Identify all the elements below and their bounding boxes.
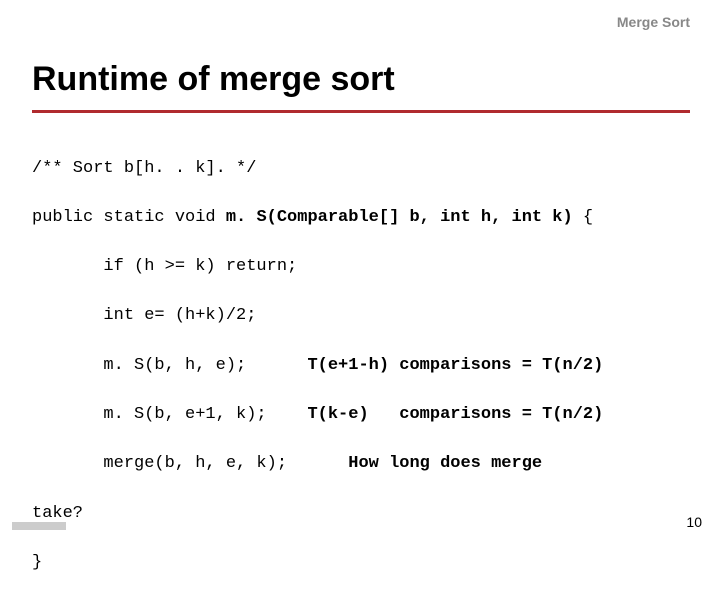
code-call: merge(b, h, e, k); [32, 454, 348, 473]
code-call: m. S(b, e+1, k); [32, 405, 307, 424]
code-line-9: } [32, 551, 690, 576]
page-number: 10 [686, 514, 702, 530]
code-line-5: m. S(b, h, e); T(e+1-h) comparisons = T(… [32, 354, 690, 379]
code-line-1: /** Sort b[h. . k]. */ [32, 157, 690, 182]
title-rule [32, 110, 690, 113]
code-line-6: m. S(b, e+1, k); T(k-e) comparisons = T(… [32, 403, 690, 428]
code-line-7: merge(b, h, e, k); How long does merge [32, 452, 690, 477]
code-block: /** Sort b[h. . k]. */ public static voi… [32, 132, 690, 600]
code-signature: m. S(Comparable[] b, int h, int k) [226, 208, 573, 227]
header-label: Merge Sort [617, 14, 690, 30]
code-annotation: How long does merge [348, 454, 542, 473]
code-annotation: T(e+1-h) comparisons = T(n/2) [307, 356, 603, 375]
code-pre: public static void [32, 208, 226, 227]
code-annotation: T(k-e) comparisons = T(n/2) [307, 405, 603, 424]
code-line-8: take? [32, 502, 690, 527]
code-line-3: if (h >= k) return; [32, 255, 690, 280]
code-line-4: int e= (h+k)/2; [32, 304, 690, 329]
code-post: { [573, 208, 593, 227]
footer-decoration [12, 522, 66, 530]
slide-title: Runtime of merge sort [32, 60, 395, 99]
code-call: m. S(b, h, e); [32, 356, 307, 375]
code-line-2: public static void m. S(Comparable[] b, … [32, 206, 690, 231]
